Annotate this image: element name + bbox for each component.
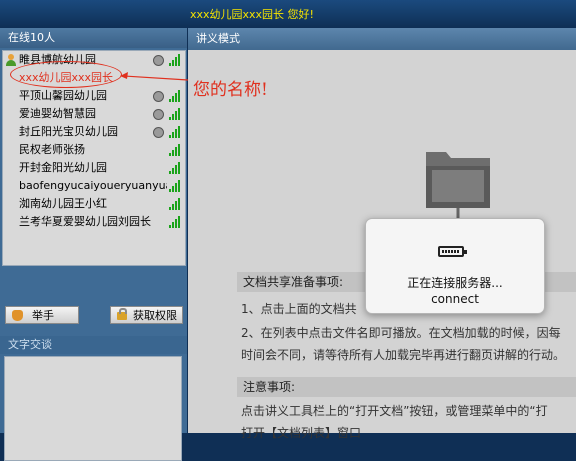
- text-chat-header: 文字交谈: [0, 336, 187, 354]
- signal-icon: [169, 216, 181, 228]
- signal-icon: [169, 126, 181, 138]
- user-name: baofengyucaiyoueryuanyuanzhang: [19, 179, 167, 192]
- connecting-dialog: 正在连接服务器... connect: [365, 218, 545, 314]
- user-row[interactable]: 民权老师张扬: [3, 141, 185, 159]
- prep-step-1: 1、点击上面的文档共: [241, 302, 357, 316]
- user-name: 兰考华夏爱婴幼儿园刘园长: [19, 215, 151, 228]
- prep-step-2: 2、在列表中点击文件名即可播放。在文档加载的时候，因每: [241, 326, 561, 340]
- signal-icon: [169, 180, 181, 192]
- notes-section-header: 注意事项:: [237, 377, 576, 397]
- user-row[interactable]: 兰考华夏爱婴幼儿园刘园长: [3, 213, 185, 231]
- lock-icon: [117, 308, 127, 320]
- signal-icon: [169, 144, 181, 156]
- host-user-icon: [6, 54, 16, 66]
- signal-icon: [169, 90, 181, 102]
- user-row[interactable]: 开封金阳光幼儿园: [3, 159, 185, 177]
- mode-title: 讲义模式: [188, 28, 576, 50]
- camera-icon: [153, 109, 164, 120]
- signal-icon: [169, 54, 181, 66]
- camera-icon: [153, 91, 164, 102]
- hand-icon: [12, 310, 23, 321]
- signal-icon: [169, 162, 181, 174]
- user-name: 封丘阳光宝贝幼儿园: [19, 125, 118, 138]
- user-row[interactable]: baofengyucaiyoueryuanyuanzhang: [3, 177, 185, 195]
- user-row[interactable]: 爱迪婴幼智慧园: [3, 105, 185, 123]
- connecting-status: 正在连接服务器...: [407, 276, 503, 290]
- user-name: 洳南幼儿园王小红: [19, 197, 107, 210]
- signal-icon: [169, 198, 181, 210]
- online-count-header: 在线10人: [0, 28, 187, 48]
- connecting-substatus: connect: [431, 292, 479, 306]
- get-permission-label: 获取权限: [133, 309, 177, 322]
- user-name: 平顶山馨园幼儿园: [19, 89, 107, 102]
- left-panel: 在线10人 睢县博航幼儿园 xxx幼儿园xxx园长 平顶山馨园幼儿园 爱迪婴幼智…: [0, 28, 187, 461]
- user-name: 开封金阳光幼儿园: [19, 161, 107, 174]
- top-bar: xxx幼儿园xxx园长 您好!: [0, 0, 576, 28]
- camera-icon: [153, 127, 164, 138]
- raise-hand-button[interactable]: 举手: [5, 306, 79, 324]
- camera-icon: [153, 55, 164, 66]
- user-row[interactable]: 洳南幼儿园王小红: [3, 195, 185, 213]
- user-name: 爱迪婴幼智慧园: [19, 107, 96, 120]
- notes-line-1: 点击讲义工具栏上的“打开文档”按钮，或管理菜单中的“打: [241, 404, 548, 418]
- loading-icon: [438, 246, 467, 257]
- self-highlight-circle: [10, 61, 122, 88]
- user-row[interactable]: 平顶山馨园幼儿园: [3, 87, 185, 105]
- text-chat-area[interactable]: [4, 356, 182, 461]
- annotation-arrow-icon: [120, 72, 189, 81]
- signal-icon: [169, 108, 181, 120]
- get-permission-button[interactable]: 获取权限: [110, 306, 183, 324]
- annotation-label: 您的名称!: [193, 80, 268, 100]
- prep-step-2-cont: 时间会不同，请等待所有人加载完毕再进行翻页讲解的行动。: [241, 348, 566, 362]
- raise-hand-label: 举手: [32, 309, 54, 322]
- user-row[interactable]: 封丘阳光宝贝幼儿园: [3, 123, 185, 141]
- user-name: 民权老师张扬: [19, 143, 85, 156]
- greeting-text: xxx幼儿园xxx园长 您好!: [190, 8, 314, 21]
